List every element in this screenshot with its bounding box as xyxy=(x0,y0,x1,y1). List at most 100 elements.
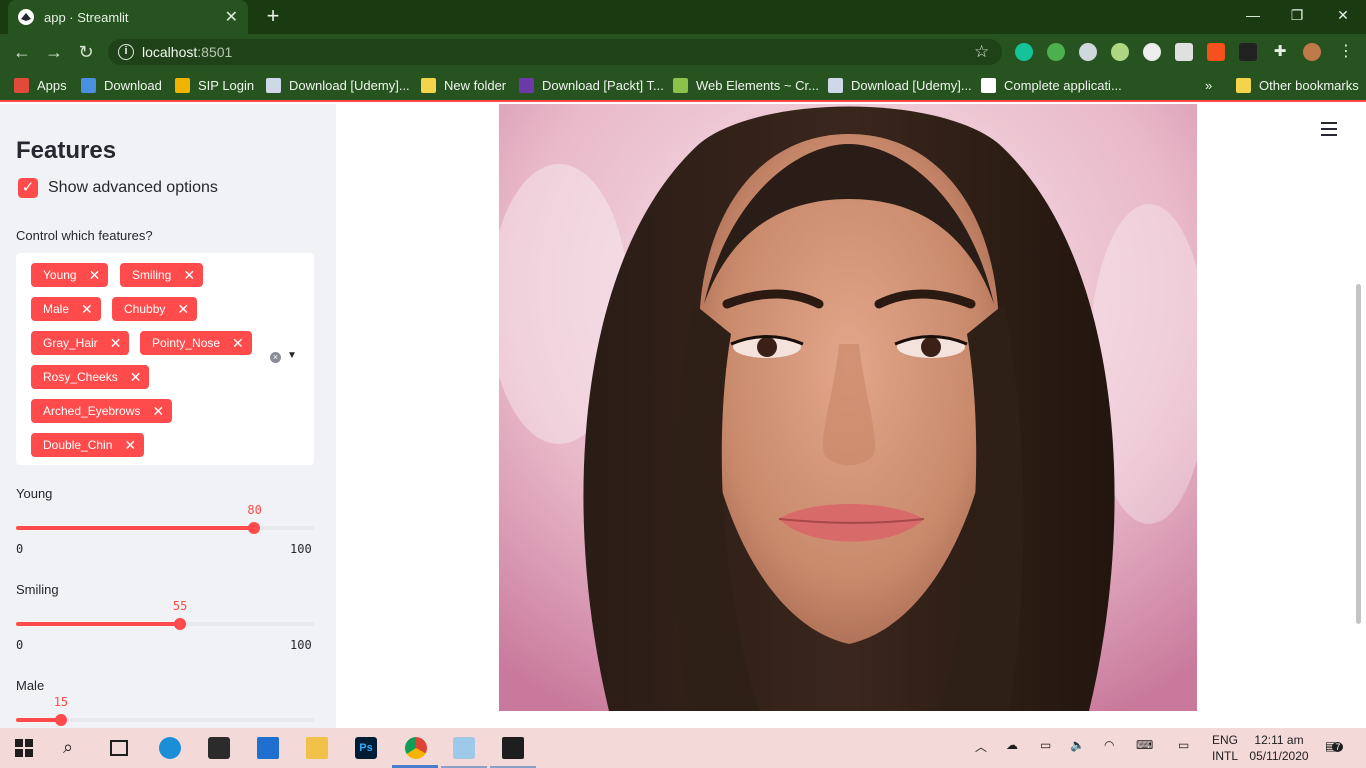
extension-icon[interactable] xyxy=(1239,43,1257,61)
store-icon[interactable] xyxy=(208,737,230,759)
windows-start-icon[interactable] xyxy=(15,739,33,757)
remove-tag-icon[interactable]: ✕ xyxy=(177,297,189,321)
restore-button[interactable]: ❐ xyxy=(1274,0,1320,30)
file-explorer-icon[interactable] xyxy=(306,737,328,759)
shield-extension-icon[interactable] xyxy=(1175,43,1193,61)
remove-tag-icon[interactable]: ✕ xyxy=(130,365,142,389)
system-clock[interactable]: 12:11 am 05/11/2020 xyxy=(1248,732,1310,764)
notifications-icon[interactable]: ▤7 xyxy=(1325,739,1344,753)
advanced-options-checkbox[interactable]: ✓ xyxy=(18,178,38,198)
puzzle-extensions-icon[interactable]: ✚ xyxy=(1271,43,1289,61)
feature-tag[interactable]: Pointy_Nose ✕ xyxy=(140,331,252,355)
chrome-icon[interactable] xyxy=(405,737,427,759)
notepad-icon[interactable] xyxy=(453,737,475,759)
bookmark-item[interactable]: Apps xyxy=(14,76,67,94)
bookmark-item[interactable]: Complete applicati... xyxy=(981,76,1122,94)
extension-icon[interactable] xyxy=(1143,43,1161,61)
bookmark-label: Complete applicati... xyxy=(1004,77,1122,93)
remove-tag-icon[interactable]: ✕ xyxy=(89,263,101,287)
feature-tag[interactable]: Double_Chin ✕ xyxy=(31,433,145,457)
feature-tag[interactable]: Smiling ✕ xyxy=(120,263,204,287)
volume-icon[interactable]: 🔈 xyxy=(1070,738,1085,752)
address-bar[interactable]: i localhost:8501 xyxy=(108,39,1002,65)
bookmark-item[interactable]: New folder xyxy=(421,76,506,94)
bookmark-item[interactable]: Download [Packt] T... xyxy=(519,76,664,94)
feature-tag[interactable]: Rosy_Cheeks ✕ xyxy=(31,365,150,389)
main-content xyxy=(336,104,1366,728)
remove-tag-icon[interactable]: ✕ xyxy=(124,433,136,457)
feature-tag[interactable]: Young ✕ xyxy=(31,263,109,287)
tab-close-icon[interactable]: ✕ xyxy=(225,7,238,27)
feature-tag-label: Chubby xyxy=(124,302,166,316)
feature-tag[interactable]: Male ✕ xyxy=(31,297,101,321)
edge-icon[interactable] xyxy=(159,737,181,759)
onedrive-icon[interactable]: ☁ xyxy=(1006,738,1018,752)
slider-thumb[interactable] xyxy=(173,618,186,630)
features-multiselect[interactable]: × ▼ Young ✕ Smiling ✕ Male ✕ Chubby ✕ Gray_Hair ✕… xyxy=(16,253,314,465)
remove-tag-icon[interactable]: ✕ xyxy=(183,263,195,287)
feature-tag-label: Double_Chin xyxy=(43,438,113,452)
slider-label: Young xyxy=(16,486,53,501)
task-view-icon[interactable] xyxy=(110,740,128,756)
tablet-mode-icon[interactable]: ▭ xyxy=(1178,738,1189,752)
feature-tag[interactable]: Arched_Eyebrows ✕ xyxy=(31,399,173,423)
bookmark-item[interactable]: Web Elements ~ Cr... xyxy=(673,76,819,94)
slider-thumb[interactable] xyxy=(248,522,261,534)
bookmark-item[interactable]: Download [Udemy]... xyxy=(828,76,972,94)
chevron-up-icon[interactable]: ︿ xyxy=(975,738,987,755)
bookmark-item[interactable]: Download [Udemy]... xyxy=(266,76,410,94)
slider-max: 100 xyxy=(290,542,312,556)
tab-title: app · Streamlit xyxy=(44,9,129,25)
wifi-icon[interactable]: ◠ xyxy=(1104,738,1114,752)
site-info-icon[interactable]: i xyxy=(118,44,134,60)
advanced-options-label[interactable]: Show advanced options xyxy=(48,179,218,197)
terminal-icon[interactable] xyxy=(502,737,524,759)
bookmark-label: Download [Packt] T... xyxy=(542,77,664,93)
slider-track[interactable] xyxy=(16,622,314,626)
input-language[interactable]: ENG INTL xyxy=(1212,732,1238,764)
page-icon xyxy=(828,77,843,93)
folder-icon xyxy=(421,77,436,93)
browser-tab[interactable]: app · Streamlit ✕ xyxy=(8,0,248,34)
clear-all-icon[interactable]: × xyxy=(270,352,281,363)
feature-tag-label: Rosy_Cheeks xyxy=(43,370,118,384)
remove-tag-icon[interactable]: ✕ xyxy=(152,399,164,423)
photoshop-icon[interactable]: Ps xyxy=(355,737,377,759)
search-icon[interactable]: ⌕ xyxy=(63,737,85,759)
main-menu-icon[interactable] xyxy=(1321,122,1337,140)
forward-arrow-icon[interactable]: → xyxy=(42,40,66,64)
bookmarks-overflow-button[interactable]: » xyxy=(1205,76,1212,94)
slider-track[interactable] xyxy=(16,526,314,530)
scrollbar[interactable] xyxy=(1356,284,1361,624)
slider-label: Male xyxy=(16,678,45,693)
mail-icon[interactable] xyxy=(257,737,279,759)
sip-icon xyxy=(175,77,190,93)
slider-thumb[interactable] xyxy=(54,714,67,726)
new-tab-button[interactable]: + xyxy=(260,4,286,30)
other-bookmarks[interactable]: Other bookmarks xyxy=(1236,76,1359,94)
back-arrow-icon[interactable]: ← xyxy=(10,40,34,64)
extension-icon[interactable] xyxy=(1079,43,1097,61)
bookmark-item[interactable]: Download xyxy=(81,76,162,94)
extension-icon[interactable] xyxy=(1111,43,1129,61)
remove-tag-icon[interactable]: ✕ xyxy=(232,331,244,355)
bookmark-item[interactable]: SIP Login xyxy=(175,76,254,94)
extension-icon[interactable] xyxy=(1207,43,1225,61)
minimize-button[interactable]: — xyxy=(1230,0,1276,30)
profile-avatar[interactable] xyxy=(1303,43,1321,61)
feature-tag[interactable]: Gray_Hair ✕ xyxy=(31,331,130,355)
reload-icon[interactable]: ↻ xyxy=(74,40,98,64)
feature-tag-label: Smiling xyxy=(132,268,172,282)
battery-icon[interactable]: ▭ xyxy=(1040,738,1051,752)
chevron-down-icon[interactable]: ▼ xyxy=(287,350,297,361)
remove-tag-icon[interactable]: ✕ xyxy=(110,331,122,355)
feature-tag-label: Young xyxy=(43,268,77,282)
remove-tag-icon[interactable]: ✕ xyxy=(81,297,93,321)
bookmark-star-icon[interactable]: ☆ xyxy=(974,42,989,62)
close-window-button[interactable]: ✕ xyxy=(1320,0,1366,30)
browser-menu-icon[interactable]: ⋮ xyxy=(1337,43,1355,61)
feature-tag[interactable]: Chubby ✕ xyxy=(112,297,198,321)
grammarly-extension-icon[interactable] xyxy=(1015,43,1033,61)
keyboard-icon[interactable]: ⌨ xyxy=(1136,738,1153,752)
extension-icon[interactable] xyxy=(1047,43,1065,61)
